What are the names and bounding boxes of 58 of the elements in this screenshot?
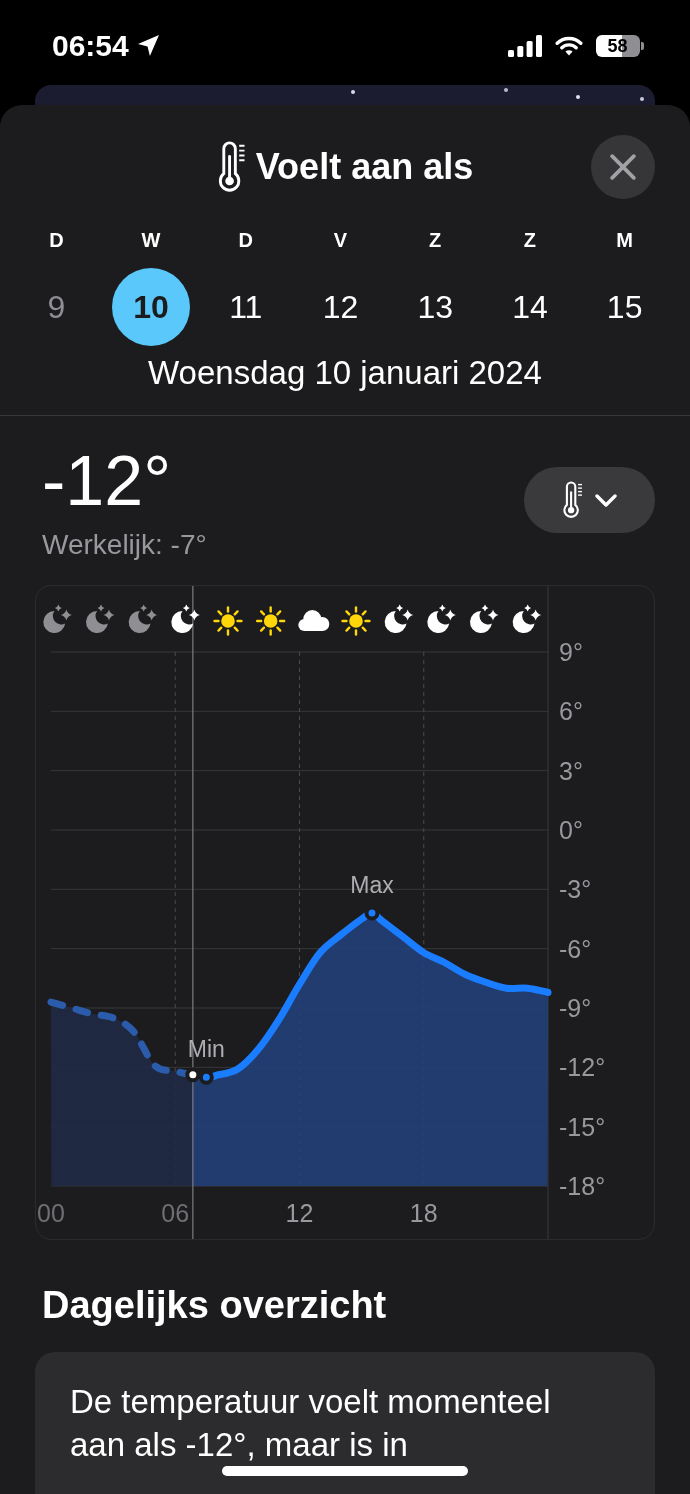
day-button[interactable]: 14 xyxy=(490,268,569,346)
moon-stars-icon xyxy=(43,604,72,633)
moon-stars-icon xyxy=(384,604,414,633)
status-time: 06:54 xyxy=(52,28,129,63)
day-button[interactable]: 15 xyxy=(585,268,664,346)
y-axis-label: 6° xyxy=(559,697,583,726)
weekday-label: D xyxy=(237,228,254,252)
location-arrow-icon xyxy=(137,35,159,56)
actual-temperature: Werkelijk: -7° xyxy=(42,528,207,562)
y-axis-label: -9° xyxy=(559,994,592,1022)
signal-icon xyxy=(507,34,542,57)
close-icon xyxy=(610,154,636,180)
sun-icon xyxy=(341,606,371,636)
weekday-label: Z xyxy=(522,228,538,252)
cloud-icon xyxy=(298,610,330,631)
thermometer-icon xyxy=(216,141,246,193)
max-label: Max xyxy=(350,872,394,899)
moon-stars-icon xyxy=(86,604,115,633)
x-axis-label: 12 xyxy=(285,1199,314,1227)
summary-text: De temperatuur voelt momenteel aan als -12°, maar is in xyxy=(70,1382,552,1465)
weekday-label: M xyxy=(615,228,634,252)
moon-stars-icon xyxy=(427,604,456,633)
weekday-label: Z xyxy=(428,228,443,252)
x-axis-label: 06 xyxy=(161,1199,190,1227)
moon-stars-icon xyxy=(512,604,542,633)
weekday-label: W xyxy=(140,228,162,252)
sun-icon xyxy=(213,606,243,636)
y-axis-label: -3° xyxy=(559,875,592,904)
y-axis-label: -12° xyxy=(559,1053,606,1082)
wifi-icon xyxy=(554,35,583,56)
min-label: Min xyxy=(187,1036,225,1063)
moon-stars-icon xyxy=(171,604,200,633)
weekday-label: D xyxy=(48,228,65,252)
weekday-label: V xyxy=(332,228,349,252)
day-button[interactable]: 12 xyxy=(301,268,380,346)
y-axis-label: -18° xyxy=(559,1172,606,1200)
y-axis-label: 9° xyxy=(559,638,583,666)
x-axis-label: 00 xyxy=(37,1199,65,1227)
feels-like-value: -12° xyxy=(42,446,173,516)
sheet-title: Voelt aan als xyxy=(255,145,474,189)
sun-icon xyxy=(255,606,286,636)
moon-stars-icon xyxy=(470,604,499,633)
day-button[interactable]: 10 xyxy=(112,268,191,346)
x-axis-label: 18 xyxy=(409,1199,438,1227)
y-axis-label: -15° xyxy=(559,1112,606,1141)
y-axis-label: 3° xyxy=(559,756,583,785)
chevron-down-icon xyxy=(595,493,617,507)
current-dot-icon xyxy=(185,1067,201,1083)
section-heading: Dagelijks overzicht xyxy=(41,1283,388,1328)
thermometer-icon xyxy=(562,481,583,519)
moon-stars-icon xyxy=(128,604,158,633)
selected-date: Woensdag 10 januari 2024 xyxy=(148,354,542,392)
day-button[interactable]: 13 xyxy=(396,268,475,346)
y-axis-label: 0° xyxy=(559,816,583,844)
day-button[interactable]: 11 xyxy=(206,268,285,346)
battery-percentage: 58 xyxy=(607,35,628,56)
day-button[interactable]: 9 xyxy=(17,268,96,346)
y-axis-label: -6° xyxy=(559,934,592,963)
